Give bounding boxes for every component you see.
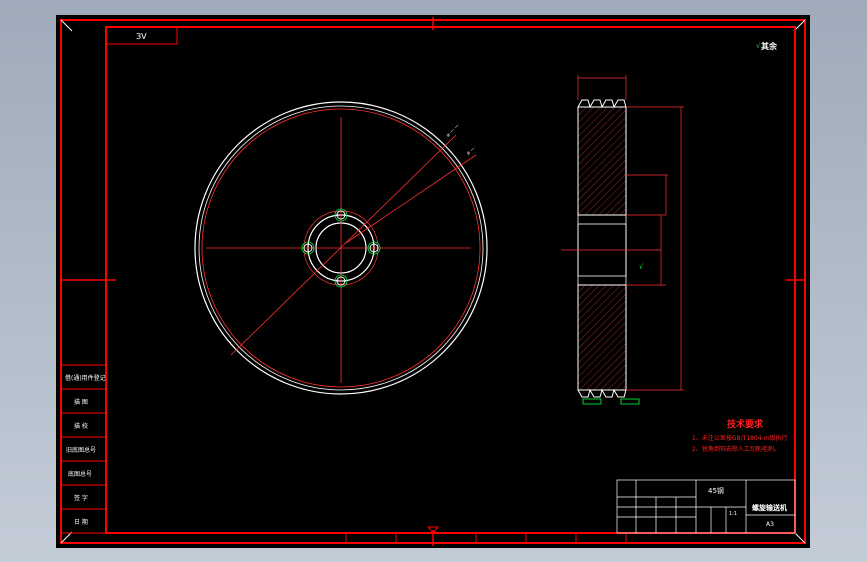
diameter-leader [345,154,477,244]
drawing-canvas[interactable]: ЗV ⌀ — — ⌀ — √ √ 其余 技术要求 1、未注公差按GB/T1804… [56,15,810,548]
surface-note: 其余 [761,41,778,51]
material: 45钢 [708,486,724,495]
hub-upper [577,214,627,225]
stamp-row: 日 期 [74,518,88,526]
stamp-row: 借(通)用件登记 [65,374,106,382]
tech-note-2: 2、锐角倒钝去除人工切削毛刺。 [692,445,780,453]
zone-ticks [345,533,627,543]
stamp-row: 描 图 [74,398,88,406]
front-view: ⌀ — — ⌀ — [194,101,488,395]
tech-req-title: 技术要求 [727,418,764,430]
inner-frame [105,26,796,534]
teeth-top [577,99,627,109]
diameter-label: ⌀ — [465,146,476,157]
stamp-row: 旧底图总号 [66,446,96,454]
corner-code: ЗV [136,32,147,41]
cad-viewport[interactable]: ЗV ⌀ — — ⌀ — √ √ 其余 技术要求 1、未注公差按GB/T1804… [0,0,867,562]
stamp-row: 签 字 [74,494,88,502]
tech-note-1: 1、未注公差按GB/T1804-m级执行 [692,434,788,442]
side-view: √ √ [561,42,761,405]
tolerance-frame [620,398,640,405]
drawing-sheet[interactable]: ЗV ⌀ — — ⌀ — √ √ 其余 技术要求 1、未注公差按GB/T1804… [56,15,810,548]
rim-section-lower [577,284,627,391]
diameter-leader [230,134,457,356]
hub-lower [577,275,627,286]
teeth-bottom [577,388,627,398]
stamp-row: 底图总号 [68,470,92,478]
corner-mark [60,531,73,544]
corner-mark [60,19,73,32]
rim-section-upper [577,106,627,216]
tolerance-frame [582,398,602,405]
outer-frame [60,19,806,544]
sheet-size: A3 [766,521,774,528]
stamp-row: 描 校 [74,422,88,430]
part-name: 螺旋输送机 [752,503,787,512]
roughness-symbol: √ [639,263,644,271]
scale: 1:1 [729,511,737,517]
diameter-label: ⌀ — — [445,123,461,139]
